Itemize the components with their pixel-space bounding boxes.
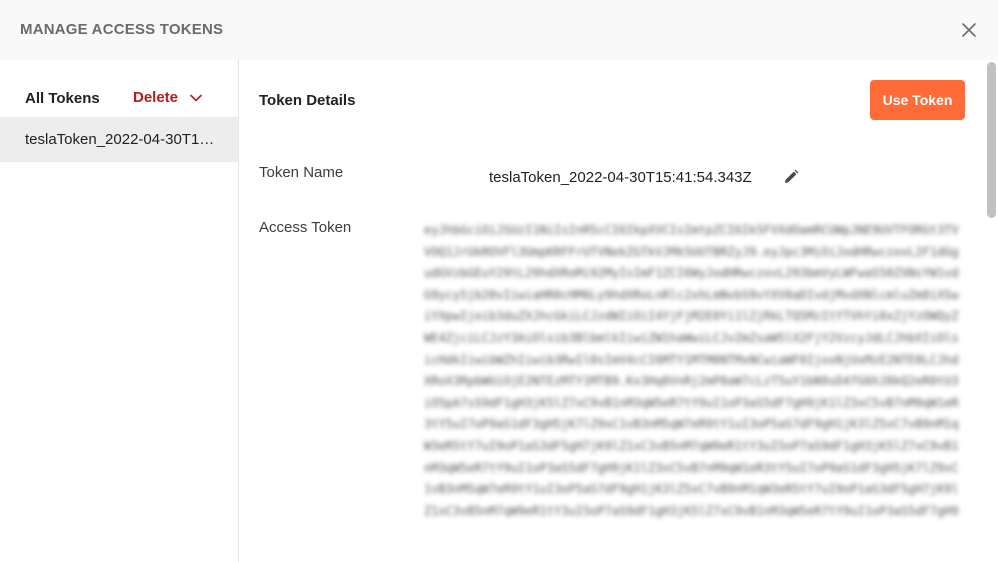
vertical-scrollbar[interactable] [986,60,998,562]
scrollbar-thumb[interactable] [987,62,996,218]
delete-button[interactable]: Delete [133,89,202,106]
dialog-title: MANAGE ACCESS TOKENS [20,21,224,38]
pencil-icon[interactable] [782,168,800,186]
dialog-header: MANAGE ACCESS TOKENS [0,0,998,60]
token-details-panel: Token Details Use Token Token Name tesla… [239,60,986,562]
token-item-label: teslaToken_2022-04-30T15:41:54.343Z [25,131,215,148]
token-name-value: teslaToken_2022-04-30T15:41:54.343Z [489,169,752,186]
access-token-value[interactable]: eyJhbGciOiJSUzI1NiIsInR5cCI6IkpXVCIsImtp… [424,220,959,520]
use-token-button[interactable]: Use Token [870,80,965,120]
all-tokens-label: All Tokens [25,90,100,107]
sidebar-header: All Tokens Delete [0,60,238,116]
close-icon [962,23,976,37]
delete-label: Delete [133,89,179,106]
access-token-label: Access Token [259,219,352,236]
sidebar-token-item[interactable]: teslaToken_2022-04-30T15:41:54.343Z [0,117,238,162]
token-details-title: Token Details [259,92,356,109]
chevron-down-icon [190,94,202,102]
close-button[interactable] [958,19,980,41]
token-sidebar: All Tokens Delete teslaToken_2022-04-30T… [0,60,239,562]
token-name-label: Token Name [259,164,344,181]
